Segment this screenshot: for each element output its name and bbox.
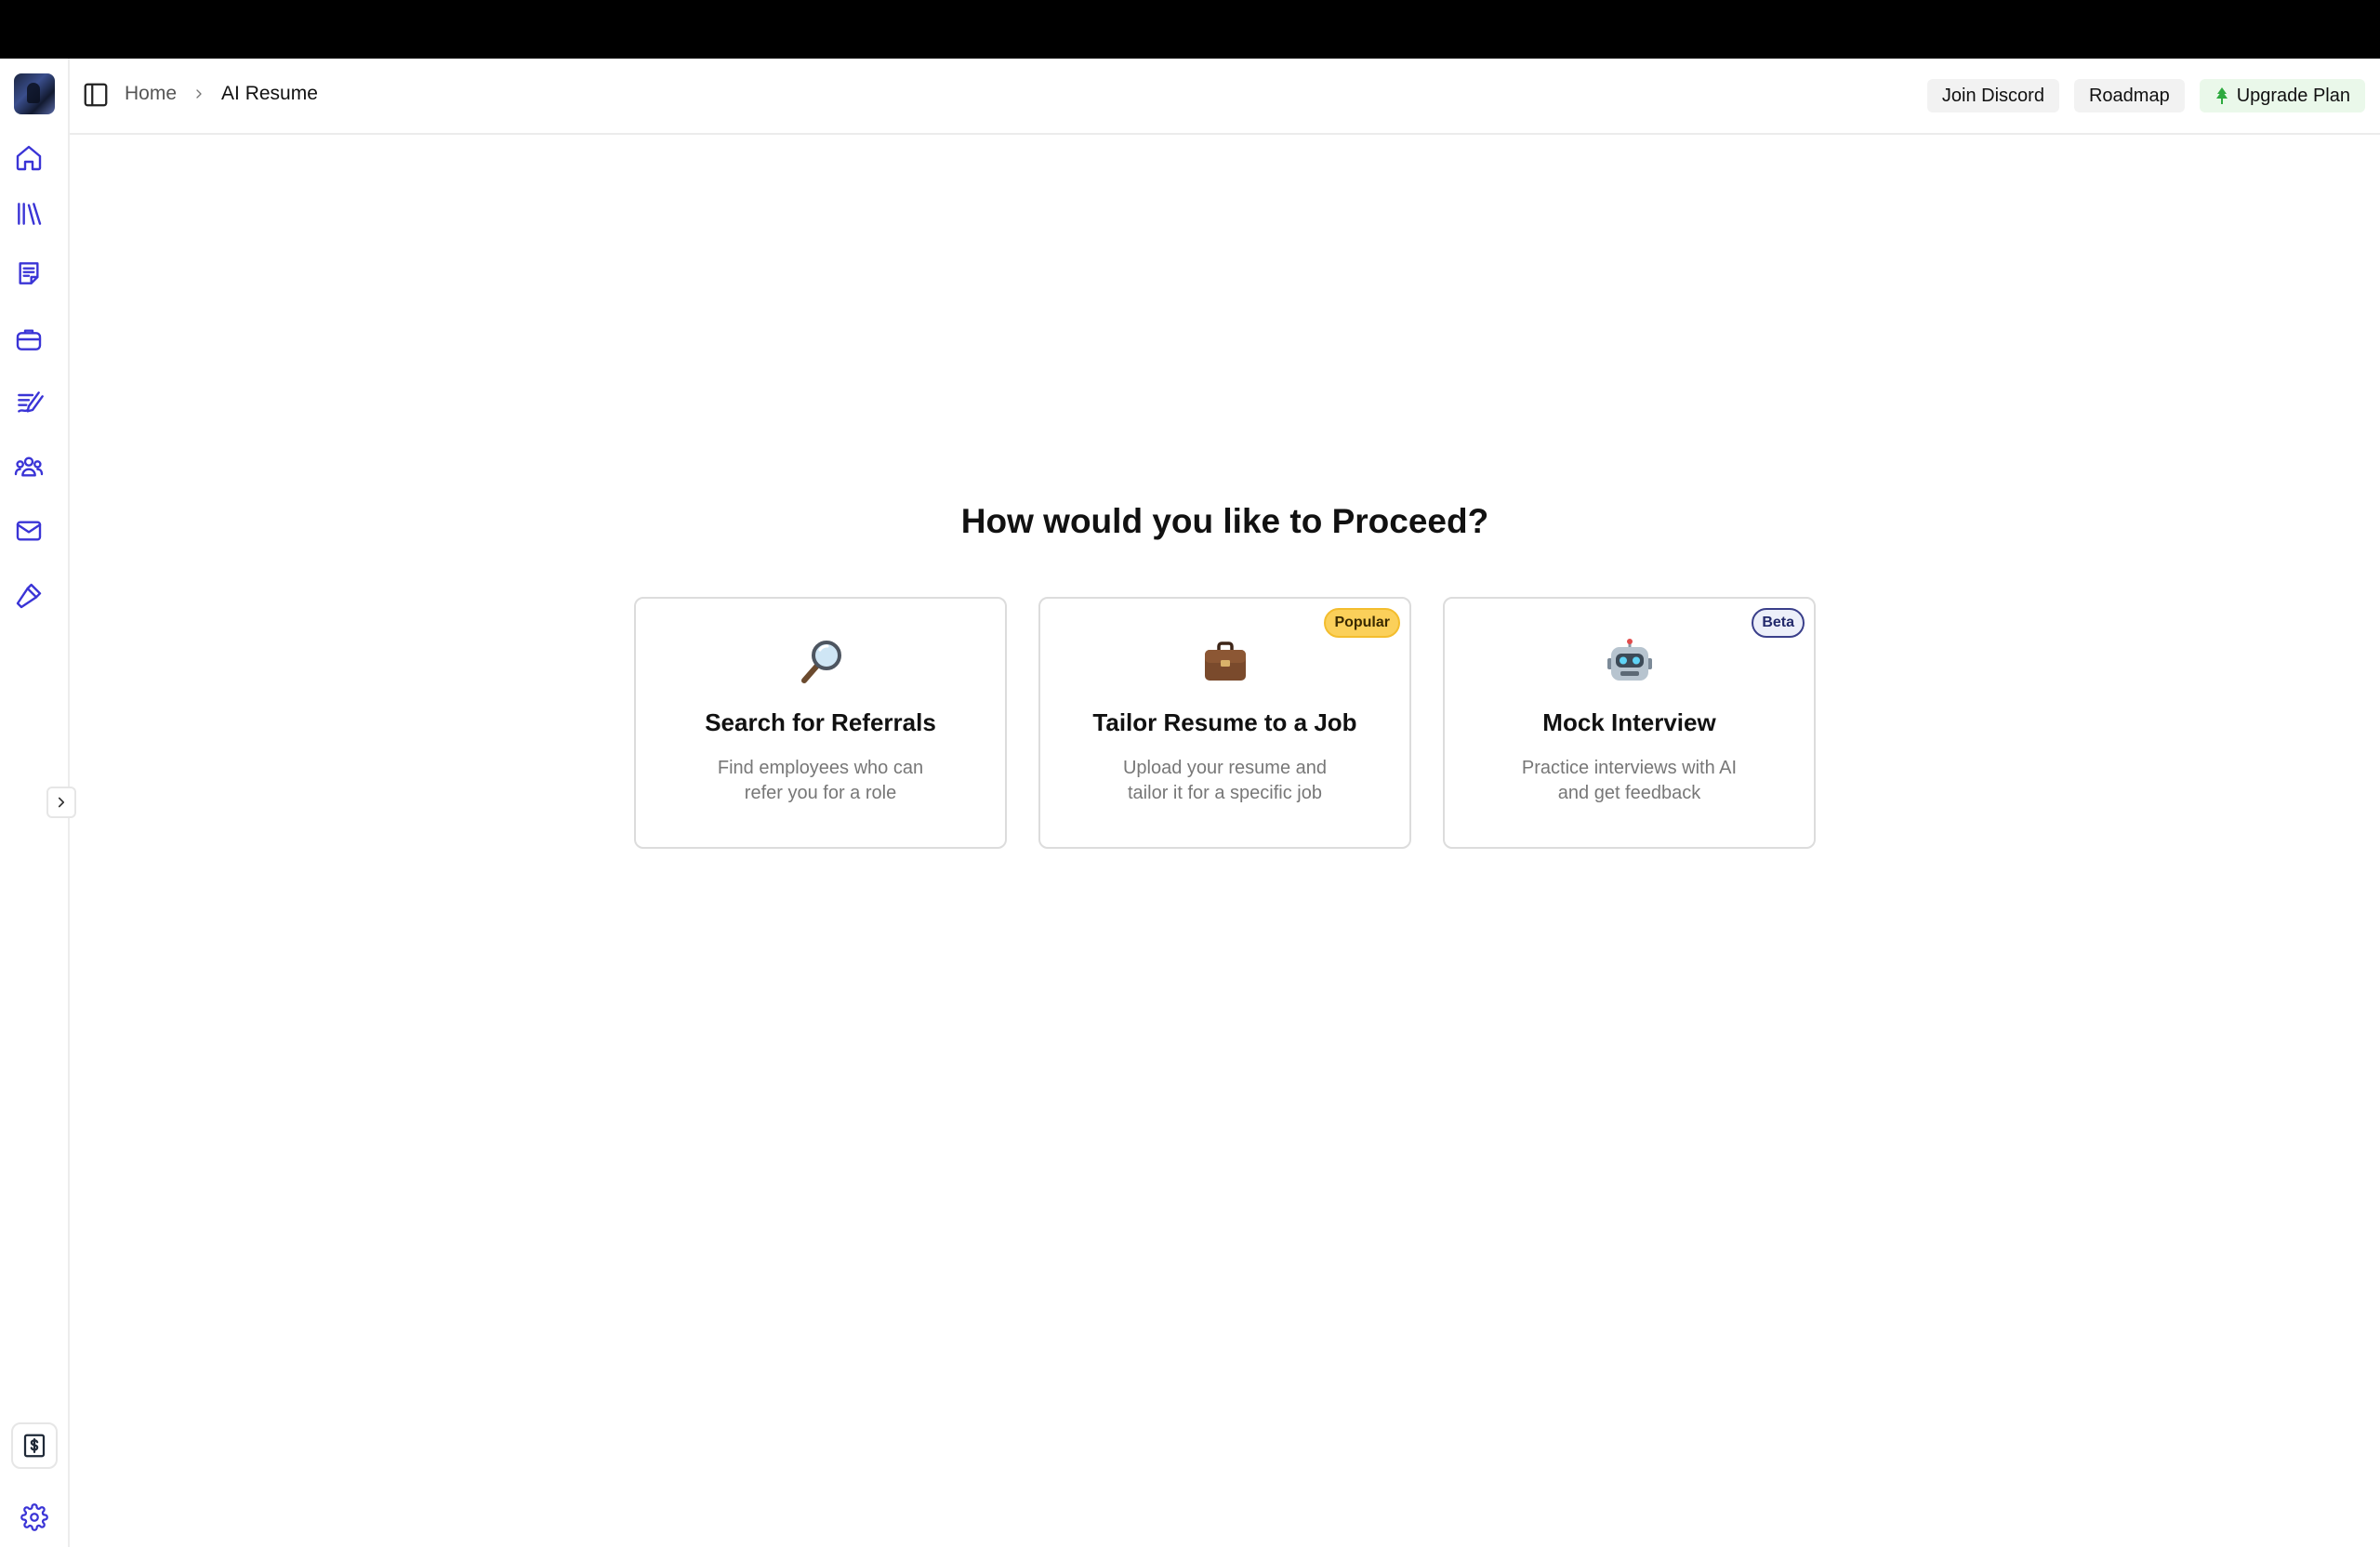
- people-icon[interactable]: [12, 450, 46, 483]
- card-title: Search for Referrals: [705, 708, 936, 736]
- notes-icon[interactable]: [12, 257, 46, 290]
- breadcrumb-home[interactable]: Home: [125, 83, 177, 105]
- card-description: Find employees who can refer you for a r…: [717, 758, 924, 803]
- upgrade-plan-button[interactable]: Upgrade Plan: [2199, 79, 2365, 112]
- page-header: Home AI Resume Join Discord Roadmap Upgr…: [70, 59, 2380, 135]
- home-icon[interactable]: [12, 141, 46, 175]
- briefcase-emoji: [1201, 638, 1250, 686]
- robot-emoji: [1606, 638, 1654, 686]
- search-referrals-card[interactable]: Search for Referrals Find employees who …: [634, 597, 1007, 849]
- magnifier-icon: [797, 638, 845, 686]
- tools-icon[interactable]: [12, 579, 46, 613]
- card-title: Tailor Resume to a Job: [1092, 708, 1357, 736]
- popular-badge: Popular: [1324, 608, 1400, 638]
- roadmap-button[interactable]: Roadmap: [2073, 79, 2185, 112]
- mock-interview-card[interactable]: Beta Mock Interview Practice interviews …: [1443, 597, 1816, 849]
- interview-icon[interactable]: [12, 386, 46, 419]
- window-top-bar: [0, 0, 2380, 59]
- panel-toggle-icon[interactable]: [81, 80, 111, 110]
- option-cards: Search for Referrals Find employees who …: [634, 597, 1816, 849]
- upgrade-plan-label: Upgrade Plan: [2236, 85, 2350, 106]
- tree-icon: [2215, 87, 2228, 104]
- tailor-resume-card[interactable]: Popular Tailor Resume to a Job Upload yo…: [1038, 597, 1411, 849]
- card-description: Upload your resume and tailor it for a s…: [1122, 758, 1327, 803]
- library-icon[interactable]: [12, 197, 46, 231]
- gear-icon[interactable]: [11, 1494, 58, 1540]
- breadcrumb: Home AI Resume: [125, 83, 318, 105]
- page-title: How would you like to Proceed?: [960, 502, 1489, 540]
- chevron-right-icon: [192, 86, 206, 101]
- sidebar-expand-button[interactable]: [46, 787, 76, 818]
- join-discord-button[interactable]: Join Discord: [1926, 79, 2059, 112]
- beta-badge: Beta: [1752, 608, 1805, 638]
- card-title: Mock Interview: [1542, 708, 1716, 736]
- briefcase-icon[interactable]: [12, 323, 46, 356]
- card-description: Practice interviews with AI and get feed…: [1521, 758, 1738, 803]
- billing-icon[interactable]: [11, 1422, 58, 1469]
- avatar[interactable]: [14, 73, 55, 114]
- chevron-right-icon: [58, 797, 65, 808]
- header-actions: Join Discord Roadmap Upgrade Plan: [1926, 79, 2365, 112]
- breadcrumb-current: AI Resume: [221, 83, 318, 104]
